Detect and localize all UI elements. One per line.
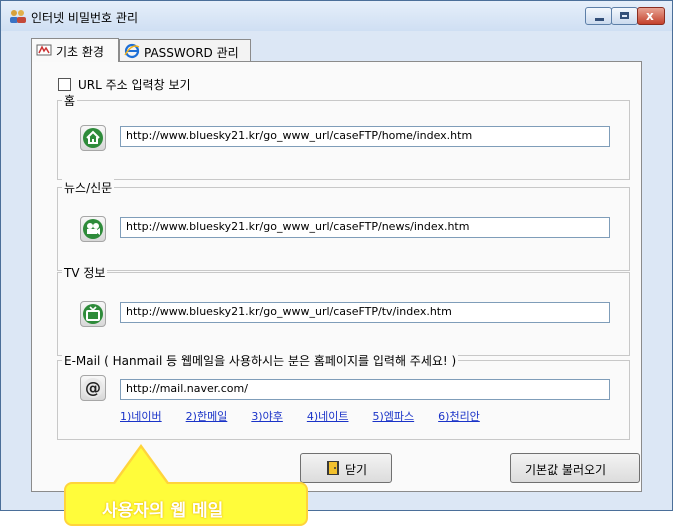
show-url-bar-checkbox[interactable]	[58, 78, 71, 91]
title-bar[interactable]: 인터넷 비밀번호 관리 x	[1, 1, 672, 31]
ie-icon	[124, 43, 140, 59]
maximize-button[interactable]	[611, 7, 638, 25]
app-window: 인터넷 비밀번호 관리 x 기초 환경 PASSWORD 관리 URL 주소 입…	[0, 0, 673, 511]
home-icon-button[interactable]	[80, 125, 106, 151]
close-window-button[interactable]: x	[637, 7, 665, 25]
tv-url-input[interactable]: http://www.bluesky21.kr/go_www_url/caseF…	[120, 302, 610, 323]
settings-icon	[36, 44, 52, 56]
news-url-input[interactable]: http://www.bluesky21.kr/go_www_url/caseF…	[120, 217, 610, 238]
tv-icon-button[interactable]	[80, 301, 106, 327]
minimize-button[interactable]	[585, 7, 612, 25]
close-button-label: 닫기	[345, 463, 368, 477]
news-group-label: 뉴스/신문	[62, 179, 115, 196]
maximize-icon	[620, 12, 629, 19]
tab-label: 기초 환경	[56, 45, 104, 59]
load-defaults-button[interactable]: 기본값 불러오기	[510, 453, 640, 483]
film-icon	[83, 219, 103, 239]
webmail-link-nate[interactable]: 4)네이트	[307, 408, 349, 424]
door-icon	[327, 461, 339, 475]
close-icon: x	[646, 9, 654, 23]
tooltip-text: 사용자의 웹 메일	[102, 501, 224, 521]
show-url-bar-label: URL 주소 입력창 보기	[78, 78, 191, 92]
home-group: 홈 http://www.bluesky21.kr/go_www_url/cas…	[57, 92, 630, 180]
load-defaults-label: 기본값 불러오기	[525, 463, 607, 477]
at-icon: @	[83, 378, 103, 398]
webmail-link-empas[interactable]: 5)엠파스	[373, 408, 415, 424]
settings-panel: URL 주소 입력창 보기 홈 http://www.bluesky21.kr/…	[31, 61, 642, 492]
tab-basic-settings[interactable]: 기초 환경	[31, 38, 119, 62]
close-button[interactable]: 닫기	[300, 453, 392, 483]
svg-text:@: @	[85, 378, 101, 397]
tv-icon	[83, 304, 103, 324]
email-group-label: E-Mail ( Hanmail 등 웹메일을 사용하시는 분은 홈페이지를 입…	[62, 352, 459, 369]
minimize-icon	[595, 18, 604, 21]
home-icon	[83, 128, 103, 148]
webmail-link-yahoo[interactable]: 3)야후	[251, 408, 283, 424]
users-icon	[10, 10, 26, 23]
tooltip-pointer-fill	[115, 448, 167, 484]
email-group: E-Mail ( Hanmail 등 웹메일을 사용하시는 분은 홈페이지를 입…	[57, 352, 630, 440]
show-url-bar-option[interactable]: URL 주소 입력창 보기	[58, 76, 191, 93]
home-url-input[interactable]: http://www.bluesky21.kr/go_www_url/caseF…	[120, 126, 610, 147]
tv-group-label: TV 정보	[62, 264, 108, 281]
webmail-link-chollian[interactable]: 6)천리안	[438, 408, 480, 424]
webmail-link-hanmail[interactable]: 2)한메일	[186, 408, 228, 424]
news-group: 뉴스/신문 http://www.bluesky21.kr/go_www_url…	[57, 179, 630, 271]
tab-label: PASSWORD 관리	[144, 46, 239, 60]
webmail-links: 1)네이버 2)한메일 3)야후 4)네이트 5)엠파스 6)천리안	[120, 408, 504, 424]
email-icon-button[interactable]: @	[80, 375, 106, 401]
email-url-input[interactable]: http://mail.naver.com/	[120, 379, 610, 400]
callout-tooltip: 사용자의 웹 메일	[64, 482, 308, 526]
tv-group: TV 정보 http://www.bluesky21.kr/go_www_url…	[57, 264, 630, 356]
window-title: 인터넷 비밀번호 관리	[31, 11, 138, 25]
news-icon-button[interactable]	[80, 216, 106, 242]
webmail-link-naver[interactable]: 1)네이버	[120, 408, 162, 424]
home-group-label: 홈	[62, 92, 78, 109]
tab-password[interactable]: PASSWORD 관리	[119, 39, 251, 62]
